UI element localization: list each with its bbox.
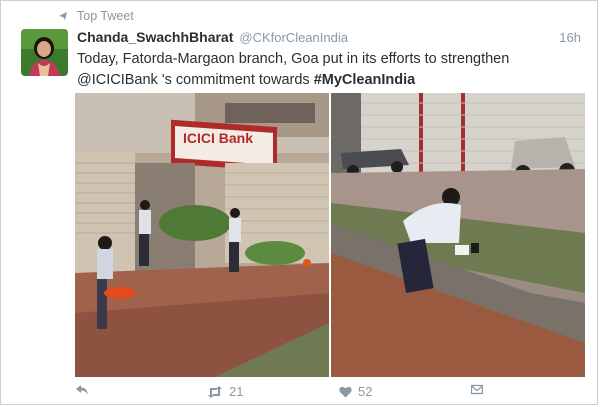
envelope-icon: [471, 384, 483, 395]
pin-icon: [59, 12, 67, 20]
photo-left-image: ICICI Bank: [75, 93, 329, 377]
display-name[interactable]: Chanda_SwachhBharat: [77, 29, 233, 45]
photo-right-image: [331, 93, 585, 377]
heart-icon: [339, 386, 352, 397]
mention-link[interactable]: @ICICIBank: [77, 72, 158, 88]
photo-left[interactable]: ICICI Bank: [75, 93, 329, 377]
tweet-card[interactable]: Top Tweet Chanda_SwachhBharat @CKforClea…: [0, 0, 598, 405]
avatar-image: [21, 29, 68, 76]
icici-sign-text: ICICI Bank: [183, 130, 253, 146]
avatar[interactable]: [21, 29, 68, 76]
tweet-text: Today, Fatorda-Margaon branch, Goa put i…: [77, 49, 577, 91]
tweet-text-part2: 's commitment towards: [157, 72, 314, 88]
hashtag-link[interactable]: #MyCleanIndia: [314, 72, 416, 88]
photo-right[interactable]: [331, 93, 585, 377]
retweet-count: 21: [229, 384, 244, 399]
user-handle[interactable]: @CKforCleanIndia: [239, 30, 348, 45]
reply-icon: [76, 385, 88, 395]
tweet-actions: 21 52: [75, 384, 585, 402]
retweet-button[interactable]: 21: [207, 384, 243, 399]
like-count: 52: [358, 384, 373, 399]
context-label-text: Top Tweet: [77, 9, 134, 23]
top-tweet-label: Top Tweet: [57, 9, 134, 23]
retweet-icon: [208, 385, 222, 398]
tweet-text-part1: Today, Fatorda-Margaon branch, Goa put i…: [77, 51, 510, 67]
tweet-header: Chanda_SwachhBharat @CKforCleanIndia 16h: [77, 29, 581, 45]
like-button[interactable]: 52: [339, 384, 372, 399]
timestamp[interactable]: 16h: [559, 30, 581, 45]
photo-grid: ICICI Bank: [75, 93, 585, 377]
reply-button[interactable]: [75, 384, 89, 396]
direct-message-button[interactable]: [471, 384, 483, 395]
